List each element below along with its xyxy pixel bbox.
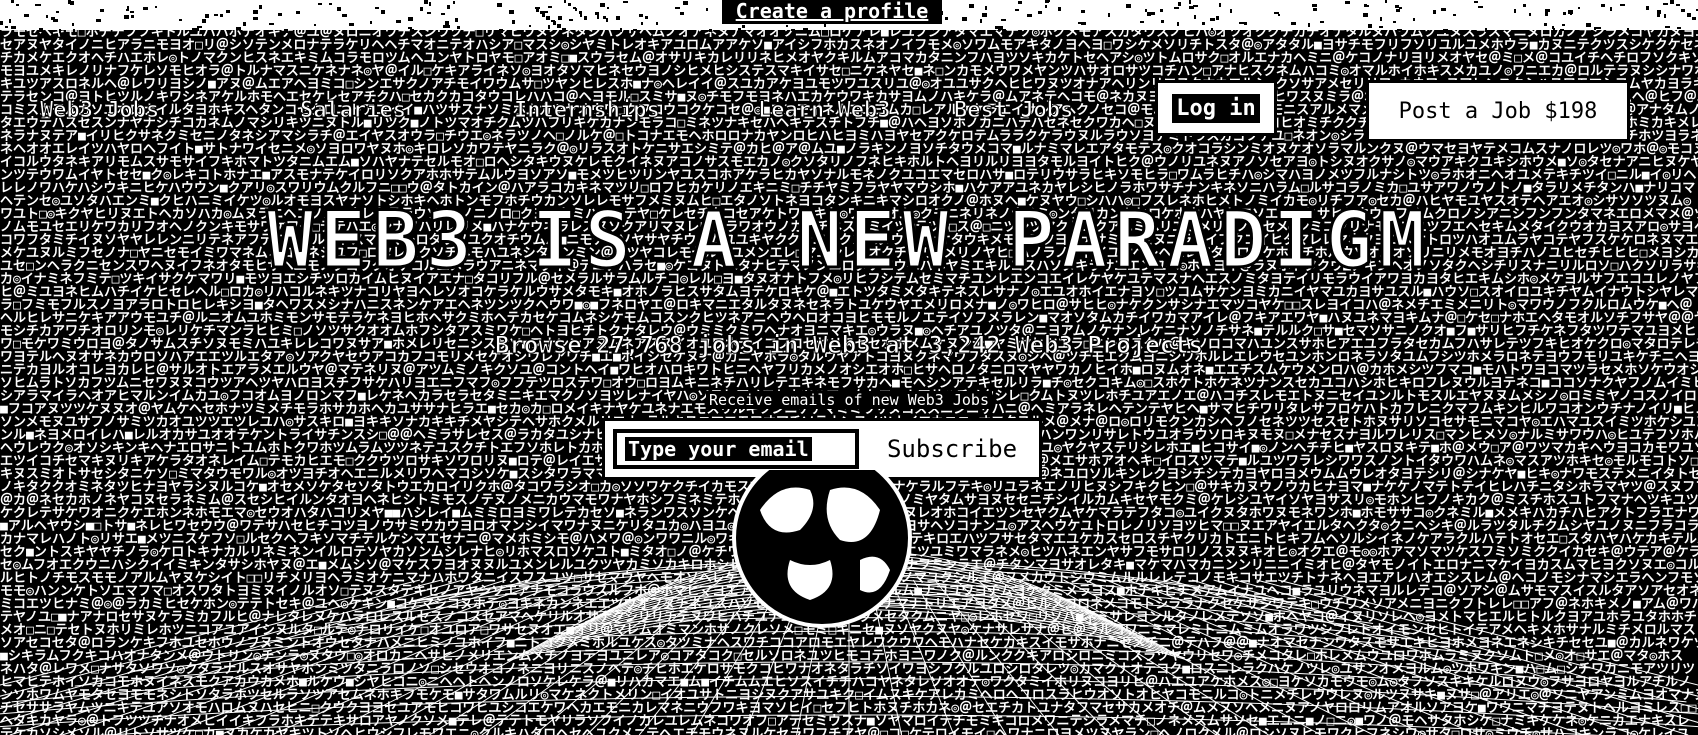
hero-headline: WEB3 IS A NEW PARADIGM — [265, 195, 1432, 288]
nav-best-jobs[interactable]: Best Jobs — [952, 96, 1075, 126]
emails-label: Receive emails of new Web3 Jobs — [0, 390, 1698, 410]
email-input[interactable] — [613, 429, 859, 469]
nav-learn-web3[interactable]: Learn Web3 — [756, 96, 892, 126]
wireframe-terrain — [0, 470, 1698, 735]
create-profile-link[interactable]: Create a profile — [722, 0, 942, 24]
login-button[interactable]: Log in — [1155, 80, 1277, 136]
globe-icon — [732, 470, 912, 628]
nav-internships[interactable]: Internships — [512, 96, 662, 126]
subscribe-button[interactable]: Subscribe — [867, 425, 1037, 473]
nav-salaries[interactable]: Salaries — [298, 96, 408, 126]
nav-web3-jobs[interactable]: Web3 Jobs — [38, 96, 161, 126]
login-label: Log in — [1172, 93, 1260, 123]
hero-subline: Browse 27,768 jobs in Web3 at 3,242 Web3… — [494, 331, 1203, 360]
post-job-button[interactable]: Post a Job $198 — [1366, 80, 1630, 142]
